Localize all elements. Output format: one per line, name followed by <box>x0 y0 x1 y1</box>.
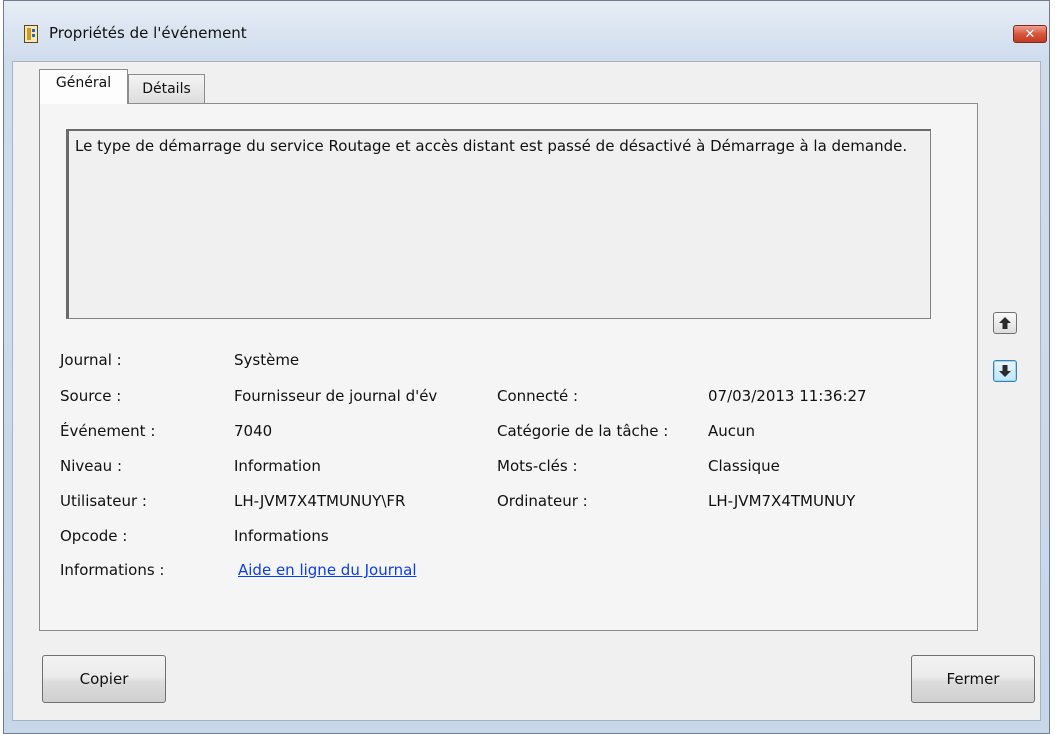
computer-label: Ordinateur : <box>497 492 588 510</box>
event-message-box[interactable]: Le type de démarrage du service Routage … <box>66 129 931 319</box>
level-label: Niveau : <box>60 457 123 475</box>
event-id-label: Événement : <box>60 422 156 440</box>
source-label: Source : <box>60 387 122 405</box>
journal-value[interactable]: Système <box>234 351 299 369</box>
task-category-value[interactable]: Aucun <box>708 422 755 440</box>
general-tab-panel: Le type de démarrage du service Routage … <box>39 103 978 631</box>
logged-value[interactable]: 07/03/2013 11:36:27 <box>708 387 867 405</box>
close-button[interactable]: Fermer <box>911 655 1035 703</box>
user-value[interactable]: LH-JVM7X4TMUNUY\FR <box>234 492 405 510</box>
logged-label: Connecté : <box>497 387 579 405</box>
keywords-value[interactable]: Classique <box>708 457 780 475</box>
copy-button[interactable]: Copier <box>42 655 166 703</box>
title-bar[interactable]: Propriétés de l'événement ✕ <box>4 1 1049 43</box>
arrow-down-icon <box>999 365 1011 377</box>
event-properties-window: Propriétés de l'événement ✕ Général Déta… <box>3 0 1050 734</box>
event-id-value[interactable]: 7040 <box>234 422 272 440</box>
computer-value[interactable]: LH-JVM7X4TMUNUY <box>708 492 855 510</box>
more-info-label: Informations : <box>60 561 165 579</box>
tab-details[interactable]: Détails <box>128 74 205 104</box>
online-help-link[interactable]: Aide en ligne du Journal <box>238 561 416 579</box>
level-value[interactable]: Information <box>234 457 321 475</box>
dialog-client-area: Général Détails Le type de démarrage du … <box>12 61 1041 721</box>
event-viewer-icon <box>24 25 38 43</box>
previous-event-button[interactable] <box>993 312 1017 334</box>
keywords-label: Mots-clés : <box>497 457 578 475</box>
opcode-value[interactable]: Informations <box>234 527 329 545</box>
arrow-up-icon <box>999 317 1011 329</box>
source-value[interactable]: Fournisseur de journal d'év <box>234 387 437 405</box>
opcode-label: Opcode : <box>60 527 128 545</box>
tab-general[interactable]: Général <box>39 69 128 104</box>
close-window-button[interactable]: ✕ <box>1013 25 1047 43</box>
window-title: Propriétés de l'événement <box>49 24 247 42</box>
task-category-label: Catégorie de la tâche : <box>497 422 669 440</box>
user-label: Utilisateur : <box>60 492 147 510</box>
journal-label: Journal : <box>60 351 122 369</box>
next-event-button[interactable] <box>993 360 1017 382</box>
close-icon: ✕ <box>1024 27 1036 42</box>
